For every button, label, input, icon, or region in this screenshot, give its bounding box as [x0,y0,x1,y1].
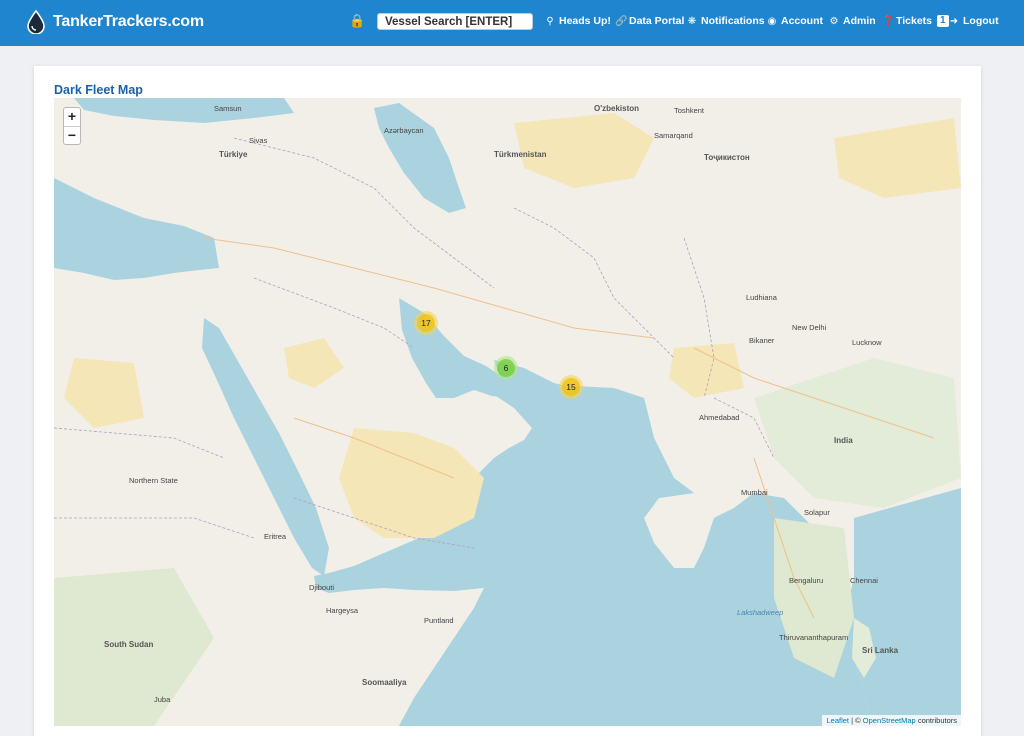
cluster-count: 6 [497,359,515,377]
admin-icon: ⚙ [829,15,839,27]
nav-data-portal-label: Data Portal [629,15,685,27]
map-label: Northern State [129,476,178,485]
zoom-out-button[interactable]: − [64,126,80,144]
bell-icon: ❋ [687,15,697,27]
user-icon: ◉ [767,15,777,27]
nav-logout[interactable]: ➜ Logout [949,15,999,27]
map-label: Djibouti [309,583,335,592]
map-label: South Sudan [104,640,154,649]
logout-icon: ➜ [949,15,959,27]
question-icon: ❓ [882,15,895,27]
map-label: Ahmedabad [699,413,740,422]
map-label: Samsun [214,104,242,113]
page-title: Dark Fleet Map [54,83,143,97]
vessel-cluster-marker[interactable]: 6 [494,356,518,380]
map-label: Mumbai [741,488,768,497]
map-label: Hargeysa [326,606,359,615]
cluster-count: 15 [562,378,580,396]
link-icon: 🔗 [615,15,628,27]
zoom-in-button[interactable]: + [64,108,80,126]
oil-drop-logo-icon [27,10,45,34]
map-label: Chennai [850,576,878,585]
map-label: Puntland [424,616,454,625]
vessel-cluster-marker[interactable]: 17 [414,311,438,335]
basemap-tiles [54,98,961,726]
attribution-separator: | © [851,716,861,725]
map-label: Samarqand [654,131,693,140]
map-label: Lakshadweep [737,608,784,617]
vessel-search-input[interactable] [377,13,533,30]
vegetation-region [774,518,854,678]
map-label: Türkmenistan [494,150,547,159]
lock-icon: 🔒 [349,13,366,28]
map-label: Eritrea [264,532,287,541]
brand-link[interactable]: TankerTrackers.com [26,10,204,34]
attribution-suffix: contributors [917,716,957,725]
lightbulb-icon: ⚲ [546,15,554,27]
nav-heads-up[interactable]: ⚲ Heads Up! [545,15,611,27]
dark-fleet-map[interactable]: Türkiye Sivas Samsun Azərbaycan Türkmeni… [54,98,961,726]
map-label: Soomaaliya [362,678,407,687]
map-label: Bengaluru [789,576,824,585]
map-label: Ludhiana [746,293,777,302]
map-label: Thiruvananthapuram [779,633,849,642]
dark-fleet-card: Dark Fleet Map Türkiye Sivas Samsun Azər… [34,66,981,736]
nav-admin[interactable]: ⚙ Admin [829,15,876,27]
map-label: Bikaner [749,336,775,345]
map-label: Sri Lanka [862,646,899,655]
nav-logout-label: Logout [963,15,999,27]
map-label: Lucknow [852,338,882,347]
nav-admin-label: Admin [843,15,876,27]
nav-tickets[interactable]: ❓ Tickets 1 [882,15,949,27]
nav-heads-up-label: Heads Up! [559,15,611,27]
brand-name: TankerTrackers.com [53,13,204,30]
zoom-control: + − [63,107,81,145]
vessel-cluster-marker[interactable]: 15 [559,375,583,399]
map-label: Azərbaycan [384,126,424,135]
bay-of-bengal [844,488,961,726]
map-label: India [834,436,853,445]
tickets-count-badge: 1 [937,15,949,27]
map-label: Тоҷикистон [704,153,750,162]
openstreetmap-link[interactable]: OpenStreetMap [863,716,916,725]
nav-account-label: Account [781,15,823,27]
top-navbar: TankerTrackers.com 🔒 ⚲ Heads Up! 🔗 Data … [0,0,1024,46]
nav-notifications-label: Notifications [701,15,765,27]
leaflet-link[interactable]: Leaflet [826,716,849,725]
nav-account[interactable]: ◉ Account [767,15,823,27]
map-label: Sivas [249,136,268,145]
map-label: Toshkent [674,106,705,115]
nav-tickets-label: Tickets [896,15,932,27]
map-label: Türkiye [219,150,248,159]
map-attribution: Leaflet | © OpenStreetMap contributors [822,715,961,726]
map-label: Solapur [804,508,830,517]
cluster-count: 17 [417,314,435,332]
nav-data-portal[interactable]: 🔗 Data Portal [615,15,684,27]
map-label: Juba [154,695,171,704]
map-label: O'zbekiston [594,104,640,113]
nav-notifications[interactable]: ❋ Notifications [687,15,765,27]
map-label: New Delhi [792,323,827,332]
